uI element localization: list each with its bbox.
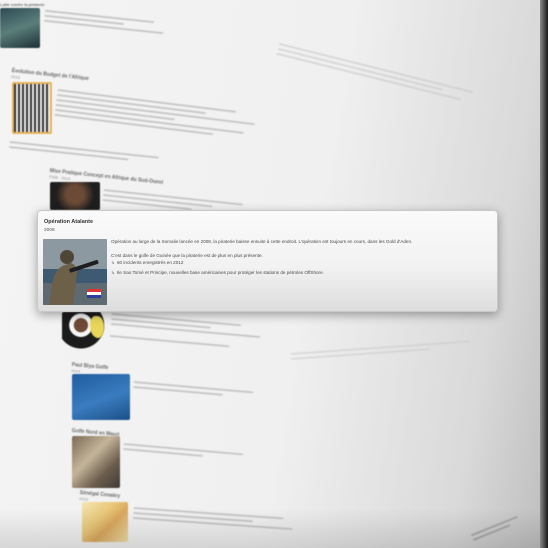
timeline-entry-card[interactable]: Opération Atalante 2008 Opération au lar… bbox=[37, 210, 498, 312]
entry-title: Opération Atalante bbox=[44, 219, 93, 225]
background-entry-4 bbox=[109, 310, 271, 354]
entry-bullet: 60 incidents enregistrés en 2012 bbox=[111, 260, 489, 266]
background-text-block-2 bbox=[54, 86, 266, 144]
soldier-photo bbox=[43, 239, 107, 305]
background-text-block-9 bbox=[290, 336, 490, 363]
entry-thumbnail-3[interactable] bbox=[50, 182, 100, 210]
entry-bullet: Ile Sao Tomé et Principe, nouvelles base… bbox=[111, 270, 489, 276]
page-shadow bbox=[0, 508, 548, 548]
background-entry-1: Lutte contre la piraterie bbox=[0, 2, 60, 7]
entry-thumbnail-1[interactable] bbox=[0, 8, 40, 48]
entry-thumbnail-2[interactable] bbox=[12, 82, 52, 134]
screen: Lutte contre la piraterie Évolution du B… bbox=[0, 0, 548, 548]
map-icon bbox=[90, 316, 104, 338]
entry-thumbnail-6[interactable] bbox=[72, 436, 120, 488]
background-text-block-6 bbox=[123, 440, 274, 466]
entry-description: Opération au large de la Somalie lancée … bbox=[111, 239, 489, 276]
background-text-block-5 bbox=[133, 378, 274, 403]
entry-thumbnail-5[interactable] bbox=[72, 374, 130, 420]
entry-year: 2008 bbox=[44, 228, 55, 233]
entry-title: Lutte contre la piraterie bbox=[0, 2, 45, 7]
entry-paragraph: Opération au large de la Somalie lancée … bbox=[111, 239, 413, 244]
entry-subtitle: C'est dans le golfe de Guinée que la pir… bbox=[111, 253, 263, 258]
background-text-block-1 bbox=[43, 7, 184, 40]
background-text-block-8 bbox=[276, 40, 494, 111]
background-text-block-3 bbox=[8, 138, 169, 168]
window-edge bbox=[540, 0, 548, 548]
entry-photo[interactable] bbox=[43, 239, 107, 305]
